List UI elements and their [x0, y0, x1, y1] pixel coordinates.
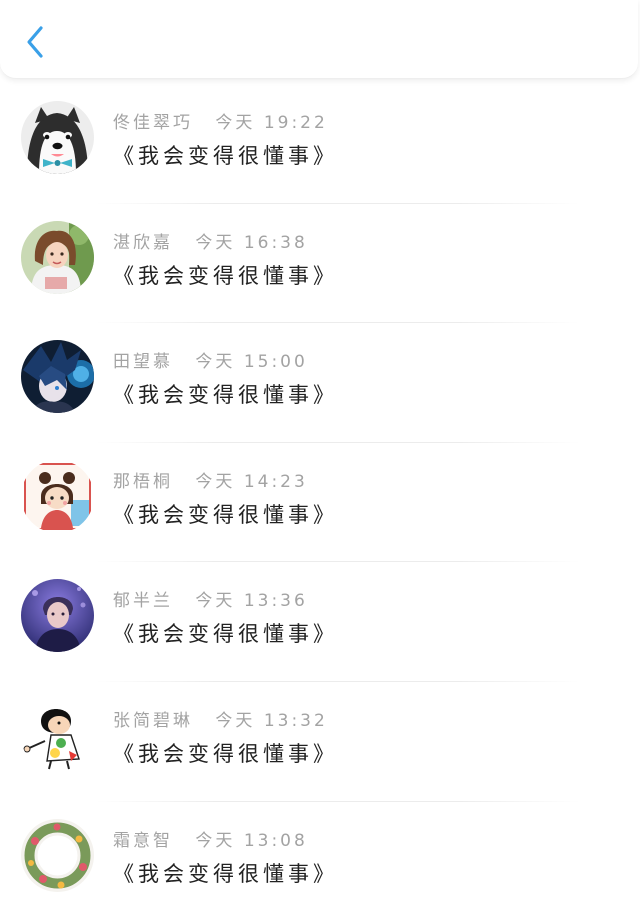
anime-boy-avatar: [21, 340, 94, 414]
sender-name: 佟佳翠巧: [113, 113, 193, 133]
sender-name: 那梧桐: [113, 471, 173, 492]
sender-name: 郁半兰: [113, 591, 173, 612]
message-text: 《我会变得很懂事》: [113, 263, 338, 288]
avatar[interactable]: [21, 101, 94, 174]
message-meta: 霜意智 今天 13:08: [113, 826, 308, 851]
message-day: 今天: [195, 232, 236, 253]
message-meta: 佟佳翠巧 今天 19:22: [113, 108, 328, 133]
girl-photo-avatar: [21, 220, 94, 294]
message-list-page: 佟佳翠巧 今天 19:22 《我会变得很懂事》 湛欣嘉 今天 16:38 《我会…: [0, 0, 640, 913]
message-day: 今天: [195, 830, 236, 851]
message-text: 《我会变得很懂事》: [113, 741, 338, 766]
message-text: 《我会变得很懂事》: [113, 502, 338, 527]
message-time: 14:23: [243, 471, 308, 492]
husky-dog-avatar: [21, 101, 94, 174]
avatar[interactable]: [21, 698, 94, 772]
purple-portrait-avatar: [21, 579, 94, 653]
avatar[interactable]: [21, 818, 94, 892]
shinchan-avatar: [21, 698, 94, 772]
message-row[interactable]: 田望慕 今天 15:00 《我会变得很懂事》: [0, 323, 640, 443]
message-meta: 那梧桐 今天 14:23: [113, 467, 308, 492]
message-text: 《我会变得很懂事》: [113, 144, 338, 168]
message-meta: 田望慕 今天 15:00: [113, 347, 308, 372]
sender-name: 霜意智: [113, 830, 173, 851]
message-day: 今天: [215, 710, 256, 731]
message-day: 今天: [195, 352, 236, 373]
message-time: 13:36: [243, 591, 308, 612]
avatar[interactable]: [21, 220, 94, 294]
message-row[interactable]: 那梧桐 今天 14:23 《我会变得很懂事》: [0, 443, 640, 563]
flower-wreath-avatar: [21, 818, 94, 892]
message-text: 《我会变得很懂事》: [113, 622, 338, 647]
message-text: 《我会变得很懂事》: [113, 861, 338, 886]
message-time: 19:22: [263, 113, 328, 133]
message-row[interactable]: 郁半兰 今天 13:36 《我会变得很懂事》: [0, 562, 640, 682]
message-text: 《我会变得很懂事》: [113, 383, 338, 408]
message-time: 13:08: [243, 830, 308, 851]
message-row[interactable]: 霜意智 今天 13:08 《我会变得很懂事》: [0, 802, 640, 913]
chevron-left-icon: [27, 26, 43, 58]
message-row[interactable]: 张简碧琳 今天 13:32 《我会变得很懂事》: [0, 682, 640, 802]
sender-name: 田望慕: [113, 352, 173, 373]
message-list: 佟佳翠巧 今天 19:22 《我会变得很懂事》 湛欣嘉 今天 16:38 《我会…: [0, 84, 640, 913]
message-day: 今天: [215, 113, 256, 133]
message-row[interactable]: 佟佳翠巧 今天 19:22 《我会变得很懂事》: [0, 84, 640, 204]
message-time: 13:32: [263, 710, 328, 731]
message-meta: 张简碧琳 今天 13:32: [113, 706, 328, 731]
sender-name: 湛欣嘉: [113, 232, 173, 253]
top-nav-bar: [0, 0, 638, 79]
avatar[interactable]: [21, 579, 94, 653]
message-meta: 郁半兰 今天 13:36: [113, 586, 308, 611]
back-button[interactable]: [18, 22, 52, 62]
message-day: 今天: [195, 471, 236, 492]
message-day: 今天: [195, 591, 236, 612]
message-meta: 湛欣嘉 今天 16:38: [113, 228, 308, 253]
sender-name: 张简碧琳: [113, 710, 193, 731]
message-time: 16:38: [243, 232, 308, 253]
avatar[interactable]: [21, 340, 94, 414]
message-row[interactable]: 湛欣嘉 今天 16:38 《我会变得很懂事》: [0, 204, 640, 324]
message-time: 15:00: [243, 352, 308, 373]
avatar[interactable]: [21, 459, 94, 533]
cartoon-girl-avatar: [21, 459, 94, 533]
